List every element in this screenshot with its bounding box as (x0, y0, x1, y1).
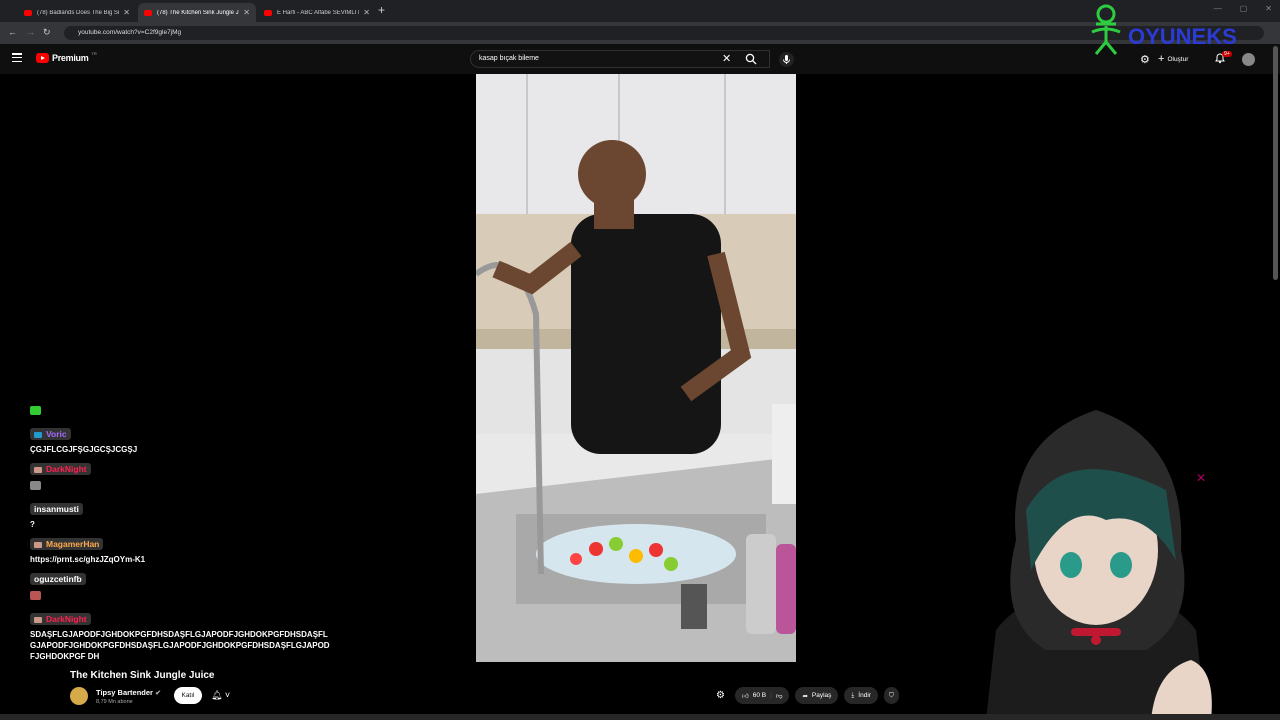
chat-text: SDAŞFLGJAPODFJGHDOKPGFDHSDAŞFLGJAPODFJGH… (30, 630, 330, 661)
thumbs-down-icon[interactable]: 👎︎ (776, 692, 783, 700)
logo-text: Premium (52, 53, 89, 63)
chat-username: DarkNight (30, 463, 91, 475)
share-arrow-icon: ➦ (802, 692, 808, 700)
video-info: The Kitchen Sink Jungle Juice Tipsy Bart… (0, 662, 1280, 720)
video-actions: ⚙ 👍︎ 60 B | 👎︎ ➦ Paylaş ⤓ İndir ⛉ (716, 687, 899, 704)
new-tab-icon[interactable]: + (378, 3, 385, 17)
close-tab-icon[interactable]: ✕ (123, 8, 130, 17)
share-button[interactable]: ➦ Paylaş (795, 687, 839, 704)
subscriber-count: 8,79 Mn abone (96, 699, 133, 705)
back-icon[interactable]: ← (8, 27, 17, 37)
chat-badge-icon (34, 541, 42, 548)
youtube-play-icon (36, 53, 49, 63)
youtube-logo[interactable]: Premium TR (36, 50, 97, 63)
chat-message: Voric ÇGJFLCGJFŞGJGCŞJCGŞJ (30, 424, 360, 455)
logo-region: TR (91, 50, 97, 56)
overlay-brand-text: OYUNEKS (1128, 24, 1237, 49)
download-button[interactable]: ⤓ İndir (844, 687, 878, 704)
subscription-bell-icon[interactable]: 🔔︎ ˅ (211, 690, 230, 701)
url-text: youtube.com/watch?v=C2f9gle7jMg (78, 29, 182, 36)
join-button[interactable]: Katıl (174, 687, 202, 704)
chat-message: DarkNight SDAŞFLGJAPODFJGHDOKPGFDHSDAŞFL… (30, 609, 360, 662)
like-divider: | (770, 692, 772, 699)
tab-title: E Harfi - ABC Alfabe SEVİMLİ D... (277, 9, 360, 16)
hamburger-menu-icon[interactable] (12, 53, 22, 62)
sparkle-icon: ✕ (1196, 471, 1206, 485)
channel-name[interactable]: Tipsy Bartender ✔ (96, 688, 161, 697)
chat-username: insanmusti (30, 503, 83, 515)
tab-title: (78) The Kitchen Sink Jungle Ju... (157, 9, 240, 16)
share-label: Paylaş (811, 692, 832, 699)
channel-name-text: Tipsy Bartender (96, 688, 153, 697)
oyuneks-overlay-logo: OYUNEKS (1091, 4, 1237, 55)
chat-emote-icon (30, 591, 41, 600)
chat-username: oguzcetinfb (30, 573, 86, 585)
thumbs-up-icon: 👍︎ (741, 692, 749, 700)
download-label: İndir (858, 692, 871, 699)
chat-badge-icon (34, 466, 42, 473)
chat-text: ÇGJFLCGJFŞGJGCŞJCGŞJ (30, 445, 138, 454)
chat-message: MagamerHan https://prnt.sc/ghzJZqOYm-K1 (30, 534, 360, 565)
reload-icon[interactable]: ↻ (43, 27, 51, 38)
chat-username-text: DarkNight (46, 614, 87, 624)
microphone-icon[interactable] (779, 52, 794, 67)
channel-avatar[interactable] (70, 687, 88, 705)
search-icon[interactable] (745, 53, 757, 65)
tab-title: (78) Badlands Does The Big Sm... (37, 9, 120, 16)
chat-username-text: insanmusti (34, 504, 79, 514)
chat-text: https://prnt.sc/ghzJZqOYm-K1 (30, 555, 146, 564)
verified-check-icon: ✔ (155, 690, 161, 697)
chat-message: oguzcetinfb (30, 569, 360, 605)
forward-icon[interactable]: → (26, 27, 35, 37)
close-tab-icon[interactable]: ✕ (363, 8, 370, 17)
chat-username: DarkNight (30, 613, 91, 625)
shield-icon: ⛉ (888, 691, 894, 699)
chat-username-text: MagamerHan (46, 539, 100, 549)
chat-badge-icon (34, 616, 42, 623)
search-value: kasap bıçak bileme (479, 55, 539, 62)
chat-emote-icon (30, 406, 41, 415)
youtube-favicon-icon (144, 9, 152, 16)
save-button[interactable]: ⛉ (883, 687, 899, 704)
clear-search-icon[interactable]: ✕ (722, 52, 731, 65)
like-button[interactable]: 👍︎ 60 B | 👎︎ (734, 687, 790, 704)
download-icon: ⤓ (851, 691, 855, 699)
youtube-favicon-icon (24, 9, 32, 16)
chat-username-text: DarkNight (46, 464, 87, 474)
browser-tab-active[interactable]: (78) The Kitchen Sink Jungle Ju... ✕ (138, 3, 256, 22)
chat-overlay: Voric ÇGJFLCGJFŞGJGCŞJCGŞJ DarkNight ins… (30, 402, 360, 666)
chat-text: ? (30, 520, 35, 529)
bottom-panel-edge (0, 714, 1280, 720)
chat-message: insanmusti ? (30, 499, 360, 530)
page-scrollbar[interactable] (1273, 46, 1278, 280)
like-count: 60 B (752, 692, 767, 699)
chat-badge-icon (34, 431, 42, 438)
chat-username-text: Voric (46, 429, 67, 439)
browser-tab[interactable]: (78) Badlands Does The Big Sm... ✕ (18, 3, 136, 22)
video-player[interactable] (476, 74, 796, 662)
browser-tab[interactable]: E Harfi - ABC Alfabe SEVİMLİ D... ✕ (258, 3, 376, 22)
chat-username-text: oguzcetinfb (34, 574, 82, 584)
youtube-favicon-icon (264, 9, 272, 16)
settings-gear-icon[interactable]: ⚙ (716, 690, 725, 701)
close-tab-icon[interactable]: ✕ (243, 8, 250, 17)
chat-message (30, 402, 360, 420)
chat-message: DarkNight (30, 459, 360, 495)
video-title: The Kitchen Sink Jungle Juice (70, 670, 215, 681)
chat-username: MagamerHan (30, 538, 104, 550)
chat-emote-icon (30, 481, 41, 490)
chat-username: Voric (30, 428, 71, 440)
